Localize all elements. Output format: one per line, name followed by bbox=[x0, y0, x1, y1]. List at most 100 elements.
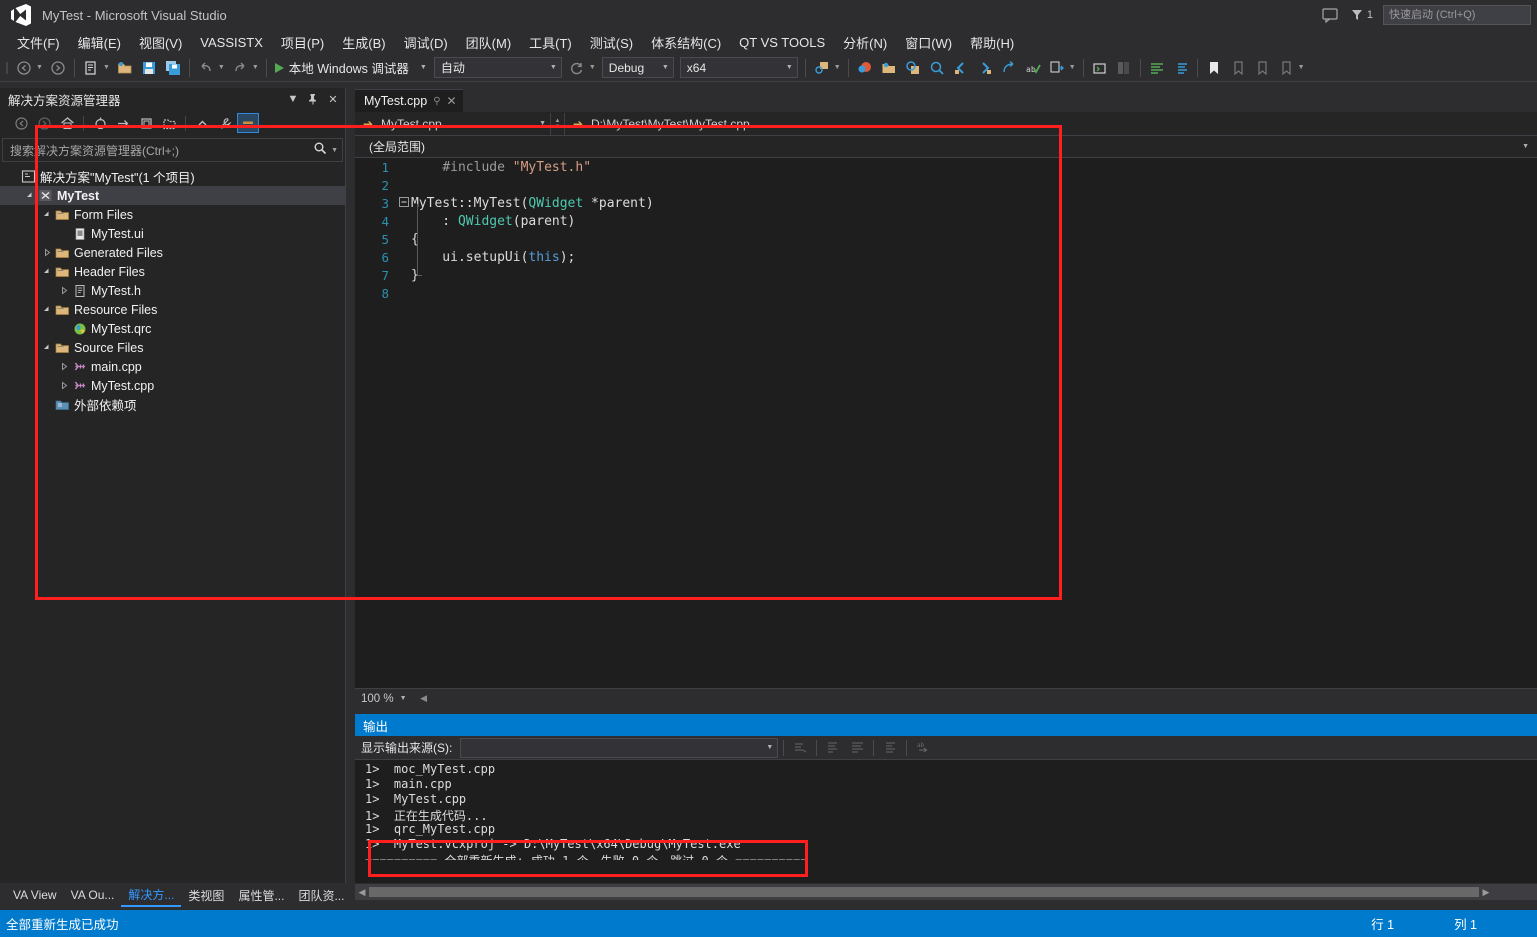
redo-icon[interactable] bbox=[229, 57, 251, 79]
menu-item-test[interactable]: 测试(S) bbox=[581, 30, 642, 55]
properties-icon[interactable] bbox=[214, 113, 236, 133]
expander-collapsed-icon[interactable] bbox=[57, 381, 71, 390]
new-item-dropdown-icon[interactable]: ▼ bbox=[103, 64, 110, 71]
tree-item-formfiles[interactable]: Form Files bbox=[0, 205, 345, 224]
clear-bookmarks-icon[interactable] bbox=[1275, 57, 1297, 79]
attach-dropdown-icon[interactable]: ▼ bbox=[834, 64, 841, 71]
goto-next-icon[interactable] bbox=[974, 57, 996, 79]
start-debugging-dropdown-icon[interactable]: ▼ bbox=[420, 64, 427, 71]
redo-dropdown-icon[interactable]: ▼ bbox=[252, 64, 259, 71]
open-corresponding-file-icon[interactable] bbox=[1046, 57, 1068, 79]
menu-item-tools[interactable]: 工具(T) bbox=[520, 30, 581, 55]
bottom-tab-1[interactable]: VA Ou... bbox=[64, 886, 122, 904]
zoom-level-value[interactable]: 100 % bbox=[355, 693, 400, 705]
tree-item-mytest.h[interactable]: MyTest.h bbox=[0, 281, 345, 300]
back-icon[interactable] bbox=[10, 113, 32, 133]
comment-selection-icon[interactable] bbox=[1146, 57, 1168, 79]
expander-expanded-icon[interactable] bbox=[40, 267, 54, 276]
configuration-combo[interactable]: Debug ▼ bbox=[601, 57, 674, 78]
uncomment-selection-icon[interactable] bbox=[1170, 57, 1192, 79]
vassist-icon[interactable] bbox=[854, 57, 876, 79]
editor-scope-bar[interactable]: (全局范围) ▼ bbox=[355, 136, 1537, 158]
fold-collapse-icon[interactable] bbox=[397, 196, 411, 210]
tree-item-mytest1[interactable]: 解决方案"MyTest"(1 个项目) bbox=[0, 167, 345, 186]
toggle-bookmark-icon[interactable] bbox=[1203, 57, 1225, 79]
bottom-tab-3[interactable]: 类视图 bbox=[181, 885, 231, 906]
solution-explorer-search-box[interactable]: 搜索解决方案资源管理器(Ctrl+;) ▼ bbox=[2, 138, 343, 162]
scrollbar-thumb[interactable] bbox=[369, 887, 1479, 897]
sync-with-active-document-icon[interactable] bbox=[112, 113, 134, 133]
bottom-tab-0[interactable]: VA View bbox=[6, 886, 64, 904]
start-debugging-button[interactable]: 本地 Windows 调试器 ▼ bbox=[271, 58, 431, 77]
navigate-back-icon[interactable] bbox=[13, 57, 35, 79]
navigate-back-dropdown-icon[interactable]: ▼ bbox=[36, 64, 43, 71]
menu-item-window[interactable]: 窗口(W) bbox=[896, 30, 961, 55]
output-horizontal-scrollbar[interactable]: ◀ ▶ bbox=[355, 884, 1537, 900]
open-folder-icon[interactable] bbox=[114, 57, 136, 79]
expander-collapsed-icon[interactable] bbox=[57, 286, 71, 295]
menu-item-build[interactable]: 生成(B) bbox=[333, 30, 394, 55]
tree-item-mytest[interactable]: MyTest bbox=[0, 186, 345, 205]
goto-previous-icon[interactable] bbox=[950, 57, 972, 79]
code-line[interactable]: 3 MyTest::MyTest(QWidget *parent) bbox=[355, 194, 1537, 212]
expander-collapsed-icon[interactable] bbox=[40, 248, 54, 257]
code-line[interactable]: 2 bbox=[355, 176, 1537, 194]
scroll-left-arrow-icon[interactable]: ◀ bbox=[355, 887, 369, 898]
find-references-icon[interactable] bbox=[926, 57, 948, 79]
previous-bookmark-icon[interactable] bbox=[1227, 57, 1249, 79]
close-icon[interactable]: ✕ bbox=[325, 91, 341, 107]
expander-expanded-icon[interactable] bbox=[40, 210, 54, 219]
menu-item-analyze[interactable]: 分析(N) bbox=[834, 30, 896, 55]
tree-item-sourcefiles[interactable]: Source Files bbox=[0, 338, 345, 357]
notification-flag-icon[interactable]: 1 bbox=[1349, 7, 1373, 23]
output-text-area[interactable]: 1> moc_MyTest.cpp 1> main.cpp 1> MyTest.cp… bbox=[355, 760, 1537, 860]
platform-toolset-combo[interactable]: 自动 ▼ bbox=[433, 57, 562, 78]
menu-item-qt-vs-tools[interactable]: QT VS TOOLS bbox=[730, 32, 834, 53]
next-bookmark-icon[interactable] bbox=[1251, 57, 1273, 79]
zoom-chevron-down-icon[interactable]: ▼ bbox=[400, 695, 407, 702]
quick-launch-input[interactable]: 快速启动 (Ctrl+Q) bbox=[1383, 5, 1531, 25]
find-symbol-icon[interactable] bbox=[902, 57, 924, 79]
menu-item-file[interactable]: 文件(F) bbox=[8, 30, 69, 55]
close-icon[interactable]: ✕ bbox=[447, 94, 457, 108]
refresh-icon[interactable] bbox=[566, 57, 588, 79]
search-options-chevron-down-icon[interactable]: ▼ bbox=[331, 147, 338, 154]
show-all-files-icon[interactable] bbox=[158, 113, 180, 133]
code-line[interactable]: 4 : QWidget(parent) bbox=[355, 212, 1537, 230]
platform-combo[interactable]: x64 ▼ bbox=[679, 57, 798, 78]
collapse-all-icon[interactable] bbox=[191, 113, 213, 133]
expander-expanded-icon[interactable] bbox=[40, 305, 54, 314]
code-line[interactable]: 8 bbox=[355, 284, 1537, 302]
scroll-right-arrow-icon[interactable]: ▶ bbox=[1479, 887, 1493, 898]
toolbar-grip[interactable] bbox=[4, 60, 12, 76]
bottom-tab-2[interactable]: 解决方... bbox=[121, 884, 182, 907]
tree-item-headerfiles[interactable]: Header Files bbox=[0, 262, 345, 281]
find-icon[interactable]: ab bbox=[912, 738, 934, 758]
code-line[interactable]: 1 #include "MyTest.h" bbox=[355, 158, 1537, 176]
output-source-combo[interactable]: ▼ bbox=[460, 737, 779, 758]
editor-hscroll-left-arrow[interactable]: ◀ bbox=[417, 693, 431, 704]
menu-item-vassistx[interactable]: VASSISTX bbox=[191, 32, 272, 53]
pin-icon[interactable]: ⚲ bbox=[433, 96, 440, 107]
expander-expanded-icon[interactable] bbox=[40, 343, 54, 352]
chevron-down-icon[interactable]: ▼ bbox=[285, 91, 301, 107]
expander-collapsed-icon[interactable] bbox=[57, 362, 71, 371]
toolbar-overflow-icon[interactable]: ▼ bbox=[1298, 64, 1305, 71]
toggle-timestamps-icon[interactable] bbox=[879, 738, 901, 758]
preview-selected-items-icon[interactable] bbox=[237, 113, 259, 133]
menu-item-project[interactable]: 项目(P) bbox=[272, 30, 333, 55]
code-line[interactable]: 5{ bbox=[355, 230, 1537, 248]
tree-item-mytest.ui[interactable]: MyTest.ui bbox=[0, 224, 345, 243]
menu-item-architecture[interactable]: 体系结构(C) bbox=[642, 30, 730, 55]
tree-item-generatedfiles[interactable]: Generated Files bbox=[0, 243, 345, 262]
tree-item-mytest.qrc[interactable]: MyTest.qrc bbox=[0, 319, 345, 338]
search-input[interactable]: 搜索解决方案资源管理器(Ctrl+;) bbox=[10, 142, 313, 159]
comment-block-icon[interactable] bbox=[1113, 57, 1135, 79]
undo-dropdown-icon[interactable]: ▼ bbox=[218, 64, 225, 71]
code-line[interactable]: 7} bbox=[355, 266, 1537, 284]
new-item-icon[interactable] bbox=[80, 57, 102, 79]
output-goto-icon[interactable] bbox=[789, 738, 811, 758]
feedback-icon[interactable] bbox=[1321, 6, 1339, 24]
code-line[interactable]: 6 ui.setupUi(this); bbox=[355, 248, 1537, 266]
menu-item-help[interactable]: 帮助(H) bbox=[961, 30, 1023, 55]
